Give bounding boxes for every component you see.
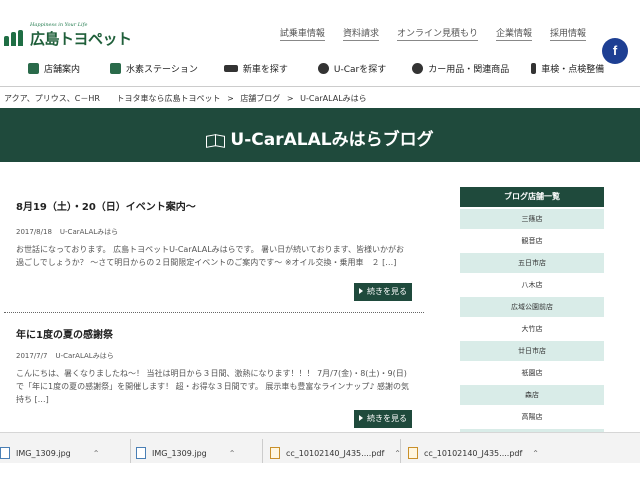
post-item: 8月19（土）・20（日）イベント案内～ 2017/8/18 U-CarALALみ… bbox=[16, 198, 426, 269]
logo-mark-icon bbox=[4, 30, 26, 46]
post-meta: 2017/8/18 U-CarALALみはら bbox=[16, 227, 426, 237]
top-link-brochure[interactable]: 資料請求 bbox=[342, 26, 379, 41]
chevron-up-icon[interactable]: ⌃ bbox=[532, 449, 539, 458]
store-link[interactable]: 広域公園前店 bbox=[460, 297, 604, 317]
store-link[interactable]: 祇園店 bbox=[460, 363, 604, 383]
breadcrumb-separator: > bbox=[227, 94, 234, 103]
sidebar-heading: ブログ店舗一覧 bbox=[460, 187, 604, 207]
nav-item-label: 店舗案内 bbox=[44, 65, 81, 75]
nav-item-ucar[interactable]: U-Carを探す bbox=[317, 62, 387, 75]
play-arrow-icon bbox=[359, 415, 363, 421]
read-more-button[interactable]: 続きを見る bbox=[354, 283, 412, 301]
breadcrumb-store-blog[interactable]: 店舗ブログ bbox=[240, 94, 280, 103]
breadcrumb-separator: > bbox=[286, 94, 294, 103]
nav-item-label: 新車を探す bbox=[242, 65, 288, 75]
breadcrumb-home[interactable]: トヨタ車なら広島トヨペット bbox=[117, 94, 221, 103]
post-item: 年に1度の夏の感謝祭 2017/7/7 U-CarALALみはら こんにちは、暑く… bbox=[16, 326, 426, 406]
post-date: 2017/7/7 bbox=[16, 352, 48, 360]
car-accessories-icon bbox=[412, 63, 424, 74]
download-separator bbox=[400, 439, 401, 465]
download-filename: cc_10102140_J435....pdf bbox=[424, 448, 523, 458]
chevron-up-icon[interactable]: ⌃ bbox=[229, 449, 236, 458]
chevron-up-icon[interactable]: ⌃ bbox=[93, 449, 100, 458]
image-file-icon bbox=[136, 447, 146, 459]
post-title[interactable]: 8月19（土）・20（日）イベント案内～ bbox=[16, 198, 426, 213]
hydrogen-station-icon bbox=[110, 63, 122, 74]
breadcrumb-current: U-CarALALみはら bbox=[300, 94, 367, 103]
store-link[interactable]: 大竹店 bbox=[460, 319, 604, 339]
top-link-test-drive[interactable]: 試乗車情報 bbox=[279, 26, 325, 41]
wrench-icon bbox=[531, 63, 537, 74]
nav-item-label: カー用品・関連商品 bbox=[428, 65, 510, 75]
post-author: U-CarALALみはら bbox=[55, 352, 114, 360]
download-item[interactable]: cc_10102140_J435....pdf ⌃ bbox=[408, 443, 539, 463]
post-divider bbox=[4, 312, 424, 313]
store-link[interactable]: 森店 bbox=[460, 385, 604, 405]
page-title: U-CarALALみはらブログ bbox=[230, 130, 434, 150]
nav-item-label: 水素ステーション bbox=[126, 65, 198, 75]
store-sidebar: ブログ店舗一覧 三篠店 観音店 五日市店 八木店 広域公園前店 大竹店 廿日市店… bbox=[460, 187, 604, 471]
site-header: Happiness in Your Life 広島トヨペット 試乗車情報 資料請… bbox=[0, 0, 640, 88]
read-more-label: 続きを見る bbox=[367, 414, 407, 423]
download-filename: IMG_1309.jpg bbox=[16, 448, 71, 458]
download-bar: IMG_1309.jpg ⌃ IMG_1309.jpg ⌃ cc_1010214… bbox=[0, 432, 640, 480]
page-title-band: U-CarALALみはらブログ bbox=[0, 108, 640, 162]
pdf-file-icon bbox=[408, 447, 418, 459]
top-links: 試乗車情報 資料請求 オンライン見積もり 企業情報 採用情報 bbox=[262, 26, 586, 41]
brand-name: 広島トヨペット bbox=[30, 30, 132, 48]
top-link-company[interactable]: 企業情報 bbox=[495, 26, 532, 41]
nav-item-label: 車検・点検整備 bbox=[541, 65, 605, 75]
post-date: 2017/8/18 bbox=[16, 228, 52, 236]
play-arrow-icon bbox=[359, 288, 363, 294]
store-link[interactable]: 五日市店 bbox=[460, 253, 604, 273]
download-item[interactable]: IMG_1309.jpg ⌃ bbox=[0, 443, 99, 463]
read-more-label: 続きを見る bbox=[367, 287, 407, 296]
ucar-icon bbox=[317, 63, 329, 74]
post-meta: 2017/7/7 U-CarALALみはら bbox=[16, 351, 426, 361]
store-link[interactable]: 八木店 bbox=[460, 275, 604, 295]
top-link-recruit[interactable]: 採用情報 bbox=[549, 26, 586, 41]
page-title-wrap: U-CarALALみはらブログ bbox=[0, 125, 640, 150]
breadcrumb: アクア、プリウス、C－HR トヨタ車なら広島トヨペット > 店舗ブログ > U-… bbox=[4, 93, 367, 104]
download-item[interactable]: cc_10102140_J435....pdf ⌃ bbox=[270, 443, 401, 463]
top-link-online-estimate[interactable]: オンライン見積もり bbox=[396, 26, 478, 41]
store-link[interactable]: 高陽店 bbox=[460, 407, 604, 427]
facebook-icon[interactable]: f bbox=[602, 38, 628, 64]
download-item[interactable]: IMG_1309.jpg ⌃ bbox=[136, 443, 235, 463]
header-divider bbox=[0, 86, 640, 87]
site-logo[interactable]: Happiness in Your Life 広島トヨペット bbox=[4, 22, 144, 52]
nav-item-accessories[interactable]: カー用品・関連商品 bbox=[412, 62, 509, 75]
nav-item-new-car[interactable]: 新車を探す bbox=[223, 62, 288, 75]
global-nav: 店舗案内 水素ステーション 新車を探す U-Carを探す カー用品・関連商品 車… bbox=[28, 62, 622, 75]
store-link[interactable]: 観音店 bbox=[460, 231, 604, 251]
nav-item-label: U-Carを探す bbox=[333, 65, 387, 75]
download-filename: cc_10102140_J435....pdf bbox=[286, 448, 385, 458]
image-file-icon bbox=[0, 447, 10, 459]
nav-item-inspection[interactable]: 車検・点検整備 bbox=[531, 62, 604, 75]
download-filename: IMG_1309.jpg bbox=[152, 448, 207, 458]
download-separator bbox=[130, 439, 131, 465]
post-title[interactable]: 年に1度の夏の感謝祭 bbox=[16, 326, 426, 341]
download-separator bbox=[262, 439, 263, 465]
window-bottom-strip bbox=[0, 463, 640, 480]
read-more-button[interactable]: 続きを見る bbox=[354, 410, 412, 428]
open-book-icon bbox=[206, 133, 226, 147]
post-list: 8月19（土）・20（日）イベント案内～ 2017/8/18 U-CarALALみ… bbox=[0, 162, 430, 432]
car-icon bbox=[223, 65, 238, 72]
store-icon bbox=[28, 63, 39, 74]
store-link[interactable]: 三篠店 bbox=[460, 209, 604, 229]
breadcrumb-first[interactable]: アクア、プリウス、C－HR bbox=[4, 94, 100, 103]
post-author: U-CarALALみはら bbox=[59, 228, 119, 236]
post-excerpt: お世話になっております。 広島トヨペットU-CarALALみはらです。 暑い日が… bbox=[16, 245, 405, 267]
pdf-file-icon bbox=[270, 447, 280, 459]
nav-item-stores[interactable]: 店舗案内 bbox=[28, 62, 80, 75]
store-link[interactable]: 廿日市店 bbox=[460, 341, 604, 361]
post-excerpt: こんにちは、暑くなりましたね～！ 当社は明日から３日間、激熱になります！！！ 7… bbox=[16, 369, 410, 404]
nav-item-hydrogen[interactable]: 水素ステーション bbox=[110, 62, 198, 75]
